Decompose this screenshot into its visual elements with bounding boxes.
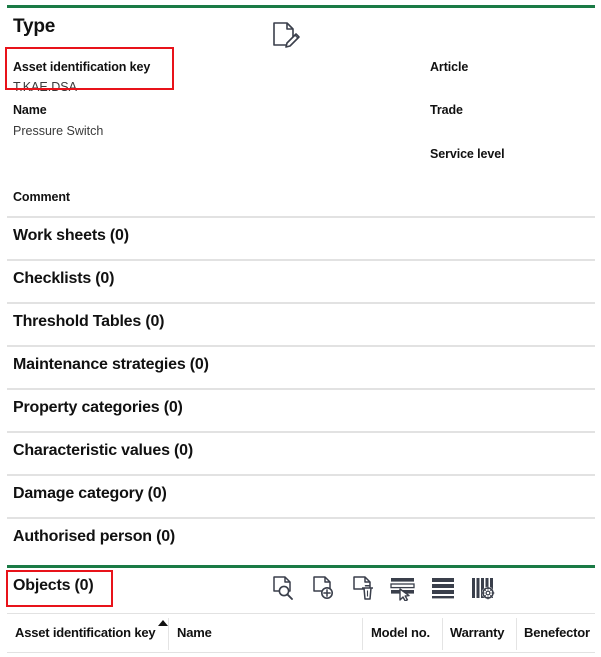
section-row-damage-category[interactable]: Damage category (0) bbox=[0, 474, 601, 517]
sort-ascending-icon[interactable] bbox=[158, 620, 168, 626]
section-divider bbox=[7, 474, 595, 476]
section-row-work-sheets[interactable]: Work sheets (0) bbox=[0, 216, 601, 259]
section-row-characteristic-values[interactable]: Characteristic values (0) bbox=[0, 431, 601, 474]
section-divider bbox=[7, 388, 595, 390]
article-label: Article bbox=[430, 60, 468, 74]
section-label: Checklists (0) bbox=[13, 270, 114, 288]
asset-type-detail-page: Type Asset identification key T.KAE.DSA … bbox=[0, 0, 601, 657]
view-object-icon[interactable] bbox=[268, 573, 298, 603]
section-row-property-categories[interactable]: Property categories (0) bbox=[0, 388, 601, 431]
table-header-row: Asset identification key Name Model no. … bbox=[7, 613, 595, 653]
section-divider bbox=[7, 302, 595, 304]
document-edit-icon[interactable] bbox=[270, 20, 302, 54]
delete-object-icon[interactable] bbox=[348, 573, 378, 603]
column-header-warranty[interactable]: Warranty bbox=[450, 625, 504, 640]
objects-table: Asset identification key Name Model no. … bbox=[7, 613, 595, 653]
asset-identification-key-value: T.KAE.DSA bbox=[13, 80, 77, 94]
objects-toolbar bbox=[268, 573, 498, 603]
section-divider bbox=[7, 216, 595, 218]
section-label: Threshold Tables (0) bbox=[13, 313, 164, 331]
section-divider bbox=[7, 345, 595, 347]
column-separator[interactable] bbox=[362, 618, 363, 650]
objects-section-accent-rule bbox=[7, 565, 595, 568]
section-label: Property categories (0) bbox=[13, 399, 183, 417]
section-row-checklists[interactable]: Checklists (0) bbox=[0, 259, 601, 302]
section-label: Damage category (0) bbox=[13, 485, 167, 503]
section-label: Maintenance strategies (0) bbox=[13, 356, 209, 374]
select-rows-icon[interactable] bbox=[388, 573, 418, 603]
name-value: Pressure Switch bbox=[13, 124, 103, 138]
trade-label: Trade bbox=[430, 103, 463, 117]
type-details-panel: Type Asset identification key T.KAE.DSA … bbox=[0, 8, 601, 215]
column-header-model-no[interactable]: Model no. bbox=[371, 625, 430, 640]
section-label: Authorised person (0) bbox=[13, 528, 175, 546]
column-header-benefector[interactable]: Benefector bbox=[524, 625, 590, 640]
comment-label: Comment bbox=[13, 190, 70, 204]
section-divider bbox=[7, 517, 595, 519]
section-row-authorised-person[interactable]: Authorised person (0) bbox=[0, 517, 601, 560]
list-view-icon[interactable] bbox=[428, 573, 458, 603]
section-label: Work sheets (0) bbox=[13, 227, 129, 245]
column-separator[interactable] bbox=[168, 618, 169, 650]
column-separator[interactable] bbox=[516, 618, 517, 650]
add-object-icon[interactable] bbox=[308, 573, 338, 603]
objects-section-label: Objects (0) bbox=[13, 577, 94, 595]
page-title: Type bbox=[13, 16, 55, 38]
section-row-maintenance-strategies[interactable]: Maintenance strategies (0) bbox=[0, 345, 601, 388]
asset-identification-key-label: Asset identification key bbox=[13, 60, 150, 74]
name-label: Name bbox=[13, 103, 47, 117]
column-settings-icon[interactable] bbox=[468, 573, 498, 603]
section-row-objects[interactable]: Objects (0) bbox=[0, 565, 601, 613]
column-header-name[interactable]: Name bbox=[177, 625, 212, 640]
section-row-threshold-tables[interactable]: Threshold Tables (0) bbox=[0, 302, 601, 345]
column-separator[interactable] bbox=[442, 618, 443, 650]
column-header-asset-identification-key[interactable]: Asset identification key bbox=[15, 625, 155, 640]
service-level-label: Service level bbox=[430, 147, 504, 161]
section-label: Characteristic values (0) bbox=[13, 442, 193, 460]
section-divider bbox=[7, 259, 595, 261]
section-divider bbox=[7, 431, 595, 433]
